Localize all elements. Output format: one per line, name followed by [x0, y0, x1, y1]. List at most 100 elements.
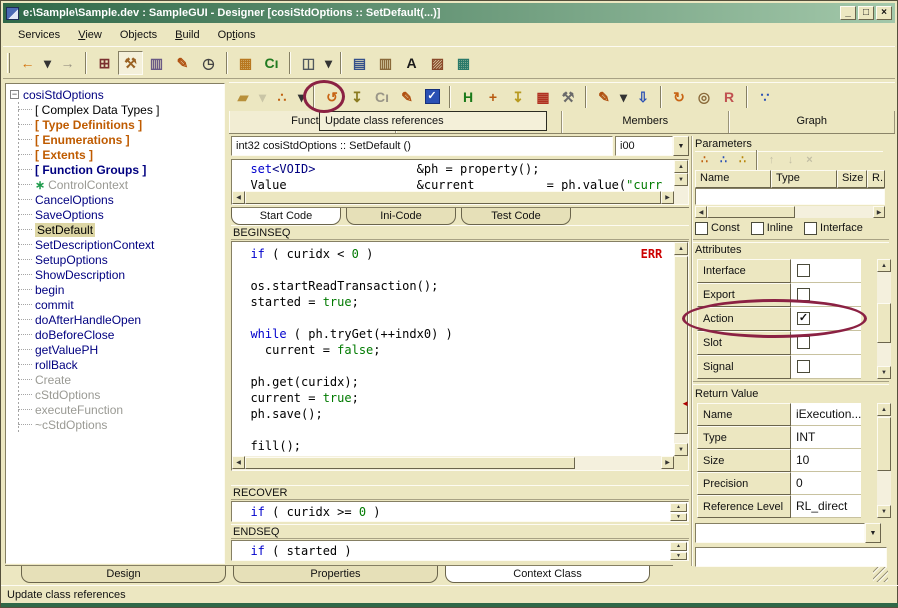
insert-parameter-button[interactable]: ∴	[714, 152, 733, 169]
scroll-thumb[interactable]	[877, 303, 891, 343]
scroll-up-icon[interactable]: ▲	[674, 242, 688, 255]
scroll-down-icon[interactable]: ▼	[877, 505, 891, 518]
menu-objects[interactable]: Objects	[111, 27, 166, 43]
build-add-button[interactable]: +	[481, 86, 505, 108]
column-header-name[interactable]: Name	[695, 170, 771, 188]
scroll-right-icon[interactable]: ▶	[661, 456, 674, 469]
open-folder-dropdown-button[interactable]: ▾	[256, 86, 269, 108]
recover-editor[interactable]: if ( curidx >= 0 ) ▲ ▼	[231, 501, 689, 522]
close-button[interactable]: ×	[876, 6, 892, 20]
panel-splitter[interactable]	[691, 136, 693, 566]
tree-item-setdescriptioncontext[interactable]: SetDescriptionContext	[6, 237, 224, 252]
column-header-r[interactable]: R.	[867, 170, 885, 188]
maximize-button[interactable]: □	[858, 6, 874, 20]
back-dropdown-button[interactable]: ▾	[41, 51, 54, 75]
extra-combo[interactable]: ▼	[695, 523, 881, 543]
edit-function-dropdown-button[interactable]: ▾	[617, 86, 630, 108]
import-grid-button[interactable]: ▦	[531, 86, 555, 108]
scroll-up-icon[interactable]: ▲	[674, 160, 688, 173]
menu-view[interactable]: View	[69, 27, 111, 43]
object-tree-button[interactable]: ⊞	[92, 51, 117, 75]
menu-services[interactable]: Services	[9, 27, 69, 43]
picture-button[interactable]: ▨	[425, 51, 450, 75]
preview-source-button[interactable]: ◎	[692, 86, 716, 108]
code-tab-start-code[interactable]: Start Code	[231, 208, 341, 225]
tree-item-extents[interactable]: [ Extents ]	[6, 147, 224, 162]
scroll-down-icon[interactable]: ▼	[674, 173, 688, 186]
scroll-thumb[interactable]	[245, 191, 661, 204]
spin-up-icon[interactable]: ▲	[670, 542, 687, 551]
return-field-value[interactable]: iExecution...	[791, 403, 861, 426]
new-object-button[interactable]: ∴	[270, 86, 294, 108]
scroll-left-icon[interactable]: ◀	[232, 456, 245, 469]
checkbox-slot[interactable]	[797, 336, 810, 349]
move-up-button[interactable]: ↑	[762, 152, 781, 169]
declarations-editor[interactable]: set<VOID> &ph = property(); Value &curre…	[231, 159, 689, 205]
menu-options[interactable]: Options	[209, 27, 265, 43]
tree-item-canceloptions[interactable]: CancelOptions	[6, 192, 224, 207]
code-editor[interactable]: if ( curidx < 0 ) ERR os.startReadTransa…	[231, 241, 689, 471]
tree-item-getvalueph[interactable]: getValuePH	[6, 342, 224, 357]
code-tab-test-code[interactable]: Test Code	[461, 208, 571, 225]
tree-item-cstdoptions[interactable]: cStdOptions	[6, 387, 224, 402]
add-parameter-button[interactable]: ∴	[695, 152, 714, 169]
chevron-down-icon[interactable]: ▼	[673, 136, 689, 156]
scroll-left-icon[interactable]: ◀	[232, 191, 245, 204]
tree-item-type-definitions[interactable]: [ Type Definitions ]	[6, 117, 224, 132]
function-signature-field[interactable]: int32 cosiStdOptions :: SetDefault ()	[231, 136, 613, 156]
return-field-value[interactable]: 0	[791, 472, 861, 495]
code-vscrollbar[interactable]: ▲ ▼	[674, 242, 688, 456]
delete-parameter-button[interactable]: ×	[800, 152, 819, 169]
new-object-dropdown-button[interactable]: ▾	[295, 86, 308, 108]
spin-down-icon[interactable]: ▼	[670, 552, 687, 561]
copy-parameter-button[interactable]: ∴	[733, 152, 752, 169]
tree-item-showdescription[interactable]: ShowDescription	[6, 267, 224, 282]
bottom-tab-properties[interactable]: Properties	[233, 566, 438, 583]
instance-combo[interactable]: i00 ▼	[615, 136, 689, 156]
attributes-vscrollbar[interactable]: ▲ ▼	[877, 259, 891, 379]
tab-members[interactable]: Members	[562, 111, 729, 133]
tree-item-saveoptions[interactable]: SaveOptions	[6, 207, 224, 222]
font-button[interactable]: A	[399, 51, 424, 75]
checkbox-interface[interactable]	[797, 264, 810, 277]
scroll-down-icon[interactable]: ▼	[877, 366, 891, 379]
return-value-vscrollbar[interactable]: ▲ ▼	[877, 403, 891, 518]
scroll-right-icon[interactable]: ▶	[661, 191, 674, 204]
tree-item-enumerations[interactable]: [ Enumerations ]	[6, 132, 224, 147]
update-class-references-button[interactable]: ↺	[320, 86, 344, 108]
form-view-button[interactable]: ◫	[296, 51, 321, 75]
stamp-button[interactable]: ↧	[506, 86, 530, 108]
form-grid-button[interactable]: ▦	[451, 51, 476, 75]
code-hscrollbar[interactable]: ◀ ▶	[232, 456, 674, 470]
parameters-empty-row[interactable]	[695, 188, 885, 205]
back-button[interactable]: ←	[15, 51, 40, 75]
class-interface-gray-button[interactable]: Cı	[370, 86, 394, 108]
apply-class-button[interactable]: ↧	[345, 86, 369, 108]
checkbox-inline[interactable]	[751, 222, 764, 235]
parameters-hscrollbar[interactable]: ◀ ▶	[695, 206, 885, 218]
class-graph-button[interactable]: ∵	[753, 86, 777, 108]
spin-up-icon[interactable]: ▲	[670, 503, 687, 512]
tree-item-setdefault[interactable]: SetDefault	[6, 222, 224, 237]
code-tab-ini-code[interactable]: Ini-Code	[346, 208, 456, 225]
archive-button[interactable]: ▥	[373, 51, 398, 75]
declarations-hscrollbar[interactable]: ◀ ▶	[232, 191, 674, 204]
tree-item-commit[interactable]: commit	[6, 297, 224, 312]
checkbox-interface[interactable]	[804, 222, 817, 235]
scroll-up-icon[interactable]: ▲	[877, 403, 891, 416]
scroll-thumb[interactable]	[877, 417, 891, 471]
tree-item-controlcontext[interactable]: ∗ControlContext	[6, 177, 224, 192]
save-class-button[interactable]: ✓	[420, 86, 444, 108]
bottom-tab-design[interactable]: Design	[21, 566, 226, 583]
tree-item-doafterhandleopen[interactable]: doAfterHandleOpen	[6, 312, 224, 327]
resize-grip[interactable]	[873, 567, 888, 582]
checkbox-export[interactable]	[797, 288, 810, 301]
tree-item-rollback[interactable]: rollBack	[6, 357, 224, 372]
open-folder-button[interactable]: ▰	[231, 86, 255, 108]
minimize-button[interactable]: _	[840, 6, 856, 20]
edit-page-button[interactable]: ✎	[170, 51, 195, 75]
scroll-right-icon[interactable]: ▶	[873, 206, 885, 218]
tab-graph[interactable]: Graph	[729, 111, 896, 133]
export-source-button[interactable]: ⇩	[631, 86, 655, 108]
checkbox-const[interactable]	[695, 222, 708, 235]
